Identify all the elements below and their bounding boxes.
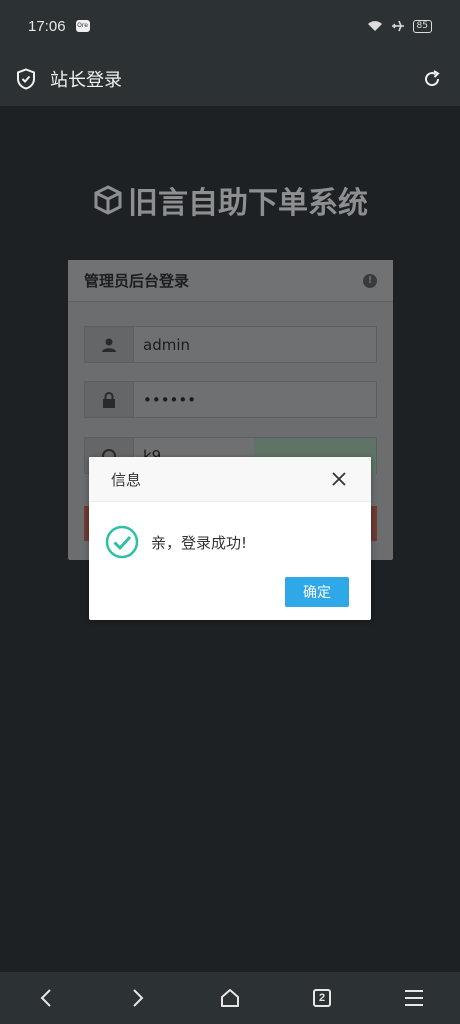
close-icon (332, 472, 346, 486)
chevron-right-icon (133, 989, 144, 1007)
message-dialog: 信息 亲，登录成功! 确定 (89, 457, 371, 620)
chevron-left-icon (40, 989, 51, 1007)
password-value: •••••• (143, 390, 197, 409)
info-icon: ! (363, 273, 377, 288)
lock-icon (85, 382, 134, 417)
bottom-nav: 2 (0, 972, 460, 1024)
dialog-header: 信息 (89, 457, 371, 502)
wifi-icon (367, 21, 382, 31)
status-bar: 17:06 Ore 85 (0, 0, 460, 52)
app-bar: 站长登录 (0, 52, 460, 106)
status-time: 17:06 (28, 17, 66, 35)
password-field[interactable]: •••••• (84, 381, 377, 418)
back-button[interactable] (26, 978, 66, 1018)
status-icons: 85 (367, 19, 432, 33)
user-icon (85, 327, 134, 362)
menu-button[interactable] (394, 978, 434, 1018)
cube-icon (94, 185, 122, 215)
refresh-button[interactable] (420, 67, 444, 91)
notification-icon: Ore (75, 20, 90, 32)
shield-icon (17, 68, 35, 90)
home-icon (221, 989, 239, 1007)
battery-indicator: 85 (412, 19, 432, 33)
username-field[interactable]: admin (84, 326, 377, 363)
username-value: admin (143, 335, 190, 354)
home-button[interactable] (210, 978, 250, 1018)
airplane-icon (391, 20, 404, 32)
forward-button[interactable] (118, 978, 158, 1018)
dialog-body: 亲，登录成功! (89, 502, 371, 566)
login-card-title: 管理员后台登录 (84, 272, 190, 290)
tabs-button[interactable]: 2 (302, 978, 342, 1018)
refresh-icon (425, 70, 440, 87)
dialog-message: 亲，登录成功! (151, 533, 248, 552)
brand-title: 旧言自助下单系统 (0, 178, 460, 222)
page-title: 站长登录 (50, 70, 122, 91)
success-check-icon (105, 525, 139, 559)
tab-count: 2 (313, 989, 331, 1007)
close-button[interactable] (329, 469, 349, 489)
login-card-header: 管理员后台登录 ! (68, 260, 393, 302)
dialog-title: 信息 (111, 470, 142, 489)
menu-icon (405, 990, 423, 1006)
confirm-button[interactable]: 确定 (285, 577, 349, 607)
brand-text: 旧言自助下单系统 (128, 186, 368, 221)
